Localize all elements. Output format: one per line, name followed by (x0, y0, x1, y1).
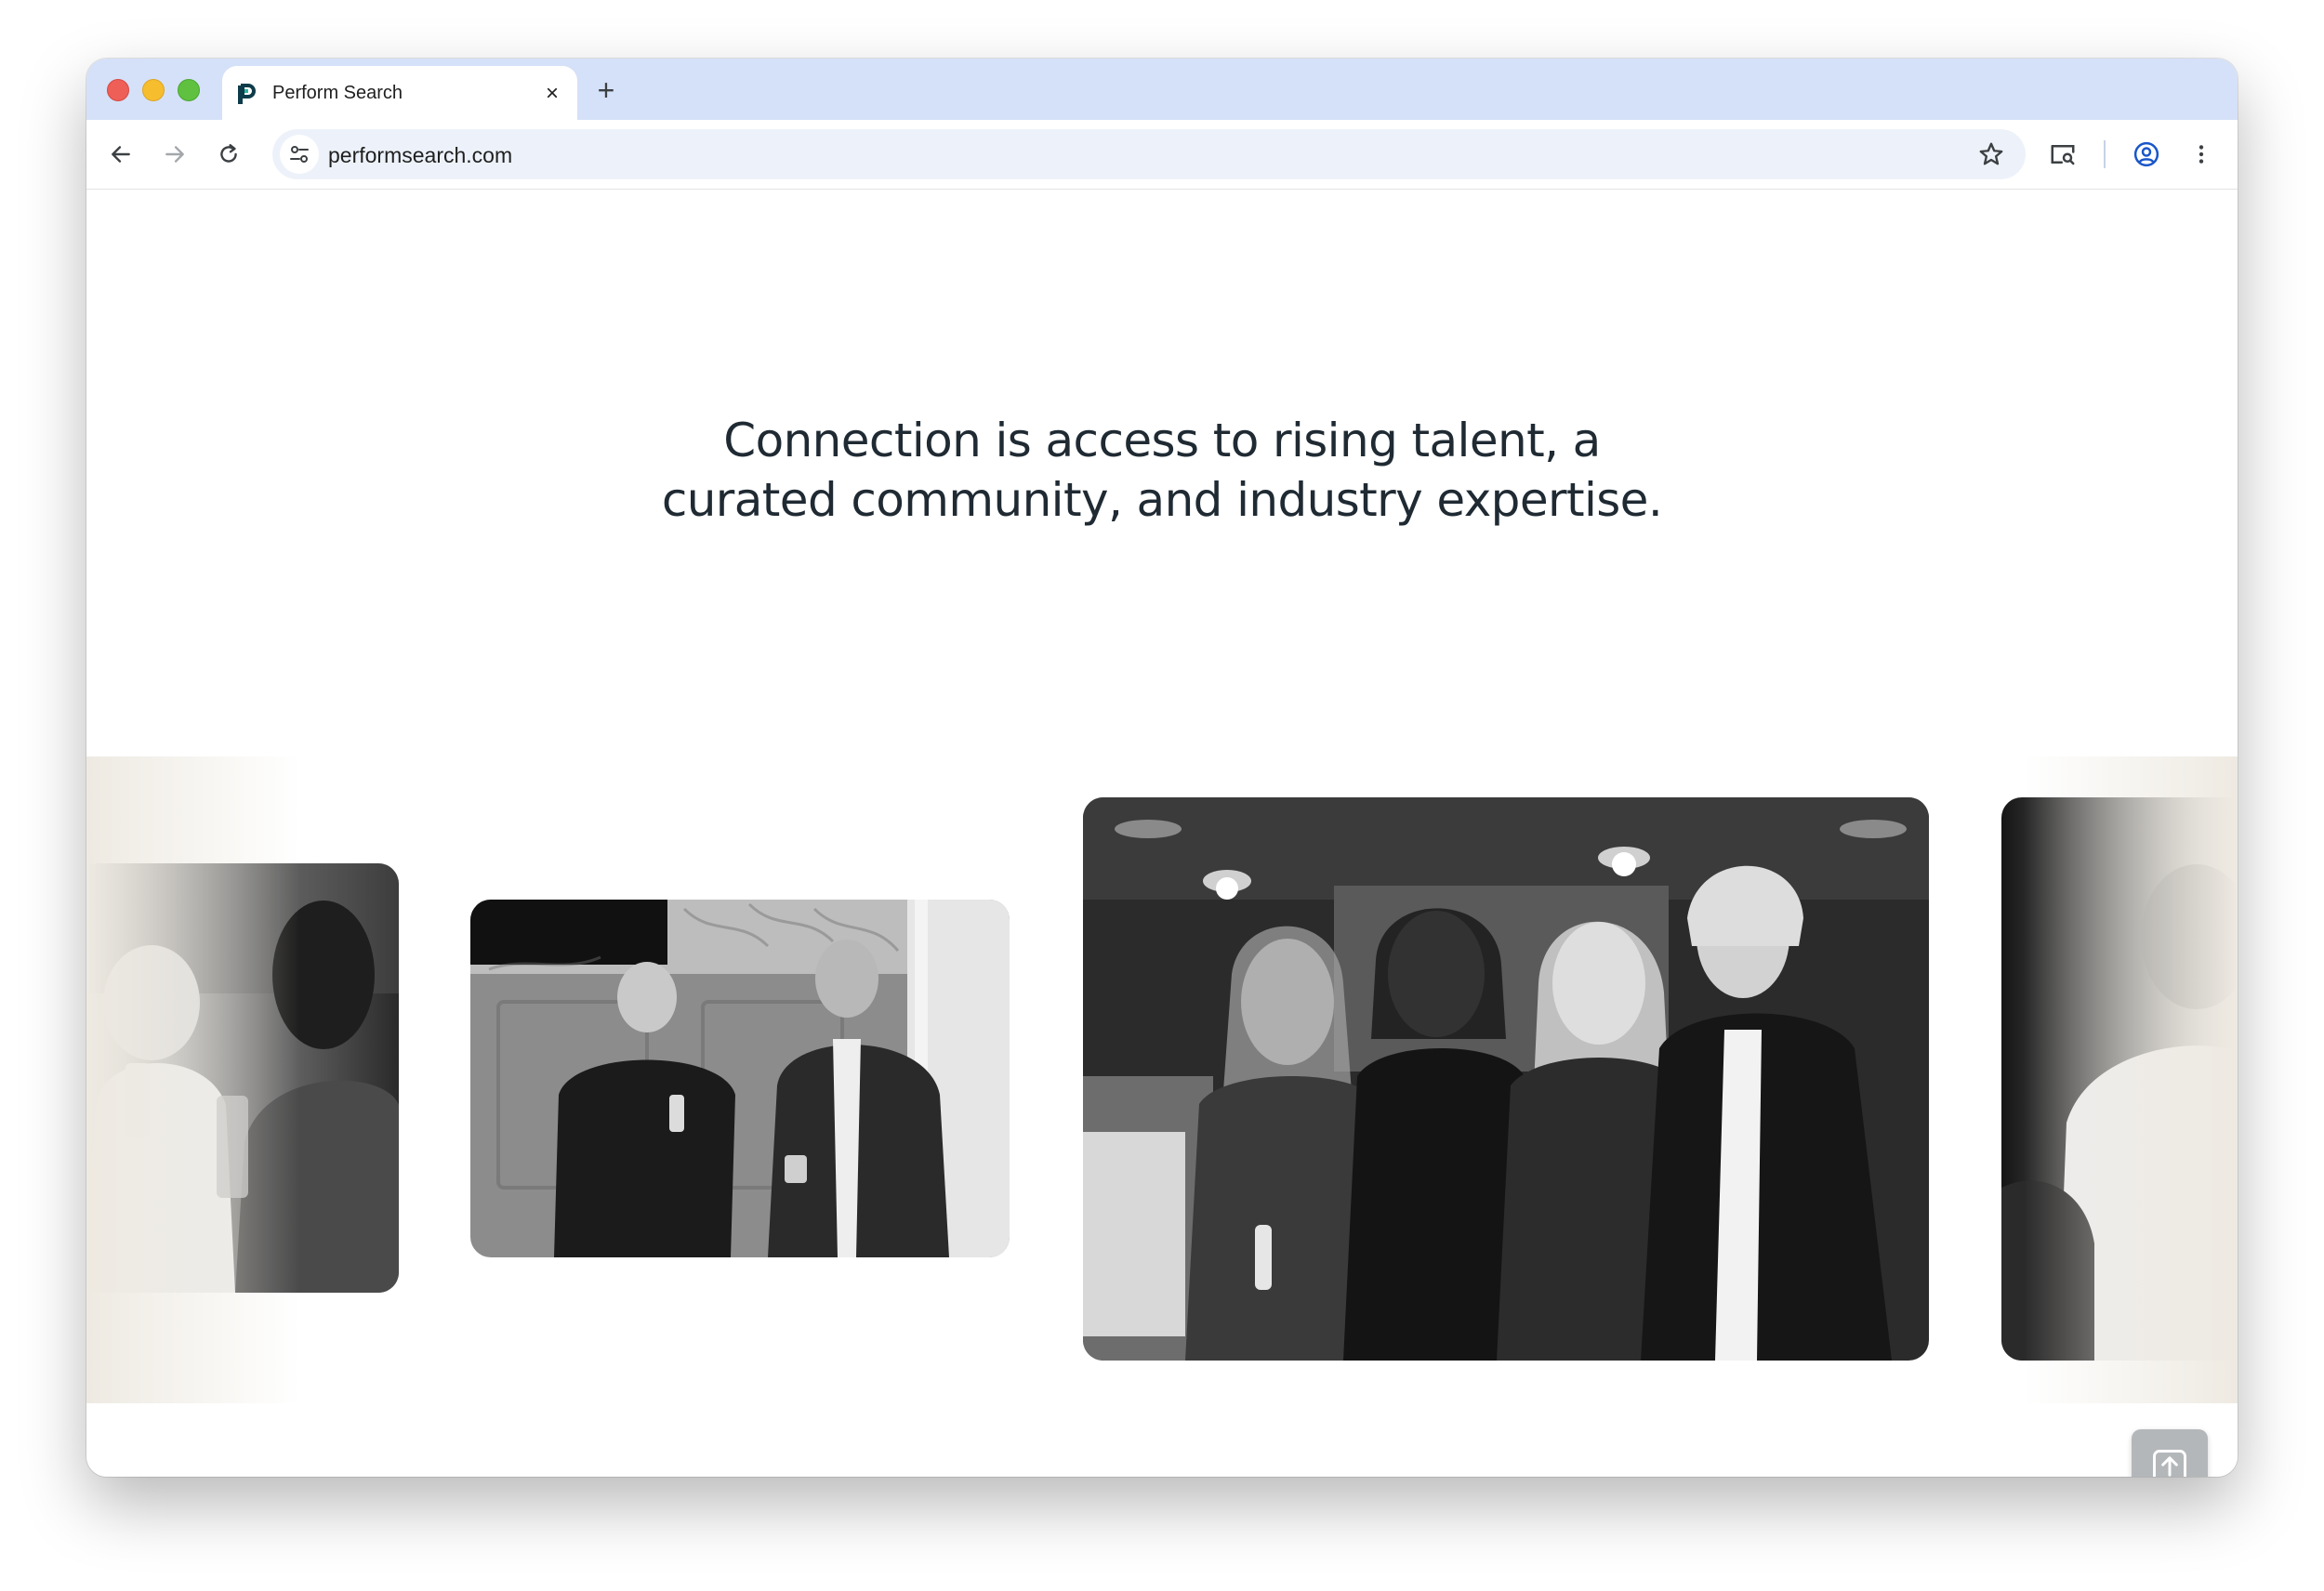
tab-close-icon[interactable]: × (540, 82, 564, 106)
profile-button[interactable] (2129, 137, 2164, 172)
screen: Perform Search × + performsearch.com Con… (0, 0, 2324, 1591)
site-info-button[interactable] (280, 135, 319, 174)
arrow-right-icon (165, 146, 184, 163)
kebab-menu-icon (2199, 145, 2204, 164)
page-content: Connection is access to rising talent, a… (86, 190, 2238, 1477)
perform-search-favicon-icon (238, 84, 256, 104)
profile-icon (2133, 141, 2159, 167)
tab-perform-search[interactable]: Perform Search × (222, 66, 577, 120)
minimize-window-button[interactable] (142, 79, 165, 101)
tab-search-button[interactable] (2045, 137, 2080, 172)
carousel-photo[interactable] (1083, 797, 1929, 1361)
toolbar-divider (2104, 140, 2106, 168)
zoom-window-button[interactable] (178, 79, 200, 101)
arrow-up-icon (2153, 1450, 2186, 1477)
carousel-fade-right (2024, 756, 2238, 1403)
page-headline: Connection is access to rising talent, a… (86, 411, 2238, 530)
forward-button[interactable] (157, 137, 192, 172)
headline-line-1: Connection is access to rising talent, a (723, 414, 1601, 467)
carousel-fade-left (86, 756, 300, 1403)
carousel-photo[interactable] (470, 900, 1010, 1257)
photo-men-laughing (470, 900, 1010, 1257)
scroll-to-top-button[interactable] (2132, 1429, 2208, 1477)
tab-strip: Perform Search × + (86, 59, 2238, 120)
browser-window: Perform Search × + performsearch.com Con… (86, 59, 2238, 1477)
close-window-button[interactable] (107, 79, 129, 101)
photo-women-group (1083, 797, 1929, 1361)
star-icon[interactable] (1977, 140, 2005, 168)
url-text[interactable]: performsearch.com (328, 143, 512, 168)
menu-button[interactable] (2184, 137, 2219, 172)
tab-title: Perform Search (272, 83, 403, 103)
reload-icon (220, 144, 237, 163)
browser-toolbar: performsearch.com (86, 120, 2238, 190)
arrow-left-icon (112, 146, 130, 163)
photo-carousel (86, 756, 2238, 1403)
tune-icon (290, 146, 309, 163)
address-bar[interactable]: performsearch.com (272, 129, 2026, 179)
headline-line-2: curated community, and industry expertis… (661, 473, 1663, 527)
reload-button[interactable] (211, 137, 246, 172)
back-button[interactable] (103, 137, 139, 172)
new-tab-button[interactable]: + (590, 75, 622, 107)
tab-search-icon (2051, 145, 2075, 165)
